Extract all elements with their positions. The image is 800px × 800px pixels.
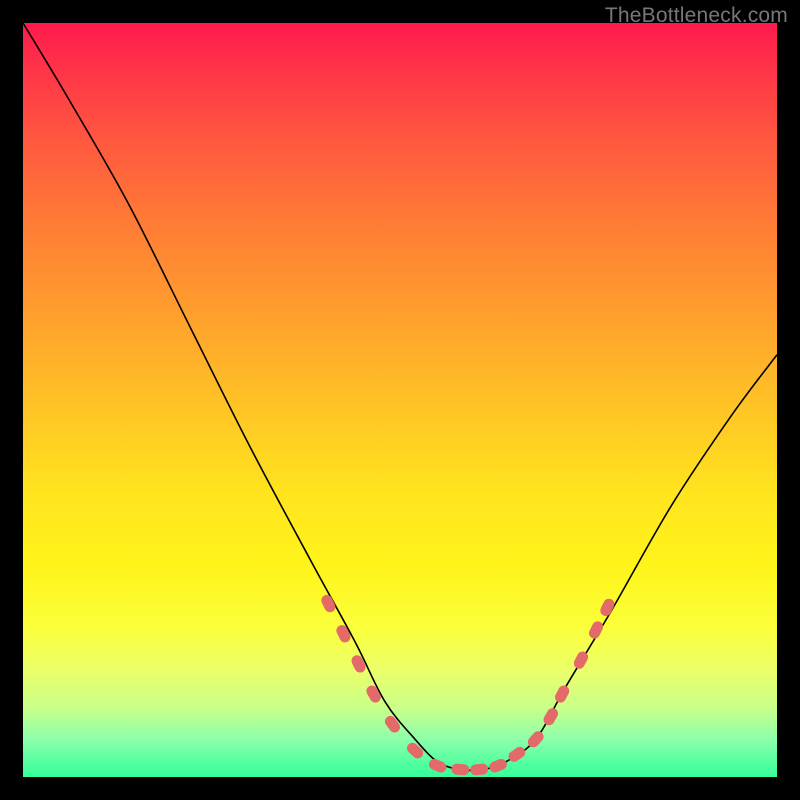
highlight-dots: [319, 593, 616, 776]
highlight-dot: [587, 619, 605, 640]
highlight-dot: [383, 714, 403, 735]
highlight-dot: [470, 763, 489, 776]
bottleneck-curve: [23, 23, 777, 770]
highlight-dot: [405, 740, 426, 760]
highlight-dot: [451, 763, 470, 776]
highlight-dot: [506, 745, 527, 764]
highlight-dot: [542, 706, 561, 727]
highlight-dot: [427, 757, 448, 774]
highlight-dot: [488, 757, 509, 774]
highlight-dot: [572, 650, 590, 671]
highlight-dot: [350, 653, 368, 674]
chart-area: [23, 23, 777, 777]
watermark-text: TheBottleneck.com: [605, 4, 788, 28]
bottleneck-plot: [23, 23, 777, 777]
highlight-dot: [553, 684, 571, 705]
highlight-dot: [335, 623, 353, 644]
